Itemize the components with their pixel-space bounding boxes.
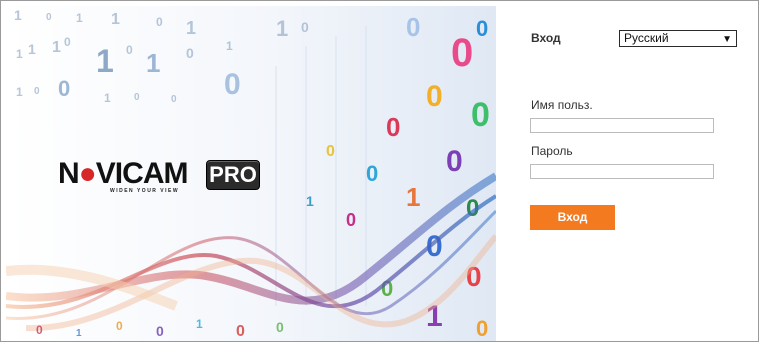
- svg-text:1: 1: [406, 182, 420, 212]
- svg-text:0: 0: [156, 323, 164, 339]
- password-input[interactable]: [530, 164, 714, 179]
- svg-text:1: 1: [16, 47, 23, 61]
- svg-text:0: 0: [34, 86, 40, 97]
- svg-text:0: 0: [406, 12, 420, 42]
- svg-text:0: 0: [426, 80, 443, 113]
- svg-text:1: 1: [76, 11, 83, 25]
- svg-text:0: 0: [471, 96, 490, 134]
- svg-text:0: 0: [46, 12, 52, 23]
- svg-text:0: 0: [64, 35, 71, 49]
- svg-text:1: 1: [104, 91, 111, 105]
- dropdown-arrow-icon: ▼: [722, 34, 732, 45]
- svg-text:1: 1: [52, 39, 61, 56]
- login-title: Вход: [531, 31, 561, 45]
- svg-text:1: 1: [196, 317, 203, 331]
- svg-text:0: 0: [156, 15, 163, 29]
- svg-text:0: 0: [171, 94, 177, 105]
- logo-wordmark: N●VICAM: [58, 157, 188, 191]
- language-select-value: Русский: [624, 31, 669, 45]
- logo-tagline: WIDEN YOUR VIEW: [110, 188, 180, 194]
- login-panel: Вход Русский ▼ Имя польз. Пароль Вход: [496, 1, 758, 341]
- svg-text:1: 1: [76, 328, 82, 339]
- svg-text:1: 1: [28, 41, 36, 57]
- svg-text:0: 0: [326, 143, 335, 160]
- banner-image: 1 0 1 1 0 1 1 0 1 1 1 0 1 0 1 0 1 1 0 0: [6, 6, 496, 341]
- svg-text:1: 1: [226, 39, 233, 53]
- svg-text:0: 0: [301, 19, 309, 35]
- svg-text:0: 0: [126, 43, 133, 57]
- username-input[interactable]: [530, 118, 714, 133]
- logo-letters-cam: CAM: [122, 157, 188, 190]
- svg-text:0: 0: [116, 319, 123, 333]
- login-window: 1 0 1 1 0 1 1 0 1 1 1 0 1 0 1 0 1 1 0 0: [0, 0, 759, 342]
- svg-text:0: 0: [134, 92, 140, 103]
- svg-text:1: 1: [111, 11, 120, 28]
- password-label: Пароль: [531, 144, 573, 158]
- logo-pro-badge: PRO: [206, 160, 260, 190]
- svg-text:0: 0: [224, 68, 241, 101]
- svg-text:1: 1: [276, 16, 288, 41]
- logo-lens-icon: ●: [78, 157, 97, 190]
- svg-text:1: 1: [16, 85, 23, 99]
- svg-text:0: 0: [236, 323, 245, 340]
- logo-letter-n: N: [58, 157, 80, 190]
- svg-text:1: 1: [146, 48, 160, 78]
- svg-text:0: 0: [446, 145, 463, 178]
- svg-text:1: 1: [14, 7, 22, 23]
- svg-text:0: 0: [476, 16, 488, 41]
- svg-text:1: 1: [306, 193, 314, 209]
- svg-text:0: 0: [386, 112, 400, 142]
- svg-text:1: 1: [96, 43, 114, 79]
- svg-text:1: 1: [186, 18, 196, 38]
- login-button[interactable]: Вход: [530, 205, 615, 230]
- svg-text:0: 0: [58, 76, 70, 101]
- svg-text:0: 0: [366, 161, 378, 186]
- svg-text:0: 0: [346, 210, 356, 230]
- logo-letters-vi: VI: [95, 157, 123, 190]
- language-select[interactable]: Русский ▼: [619, 30, 737, 47]
- svg-text:0: 0: [186, 45, 194, 61]
- svg-text:0: 0: [36, 323, 43, 337]
- svg-text:0: 0: [476, 316, 488, 341]
- svg-text:0: 0: [451, 31, 473, 75]
- svg-text:0: 0: [276, 319, 284, 335]
- username-label: Имя польз.: [531, 98, 593, 112]
